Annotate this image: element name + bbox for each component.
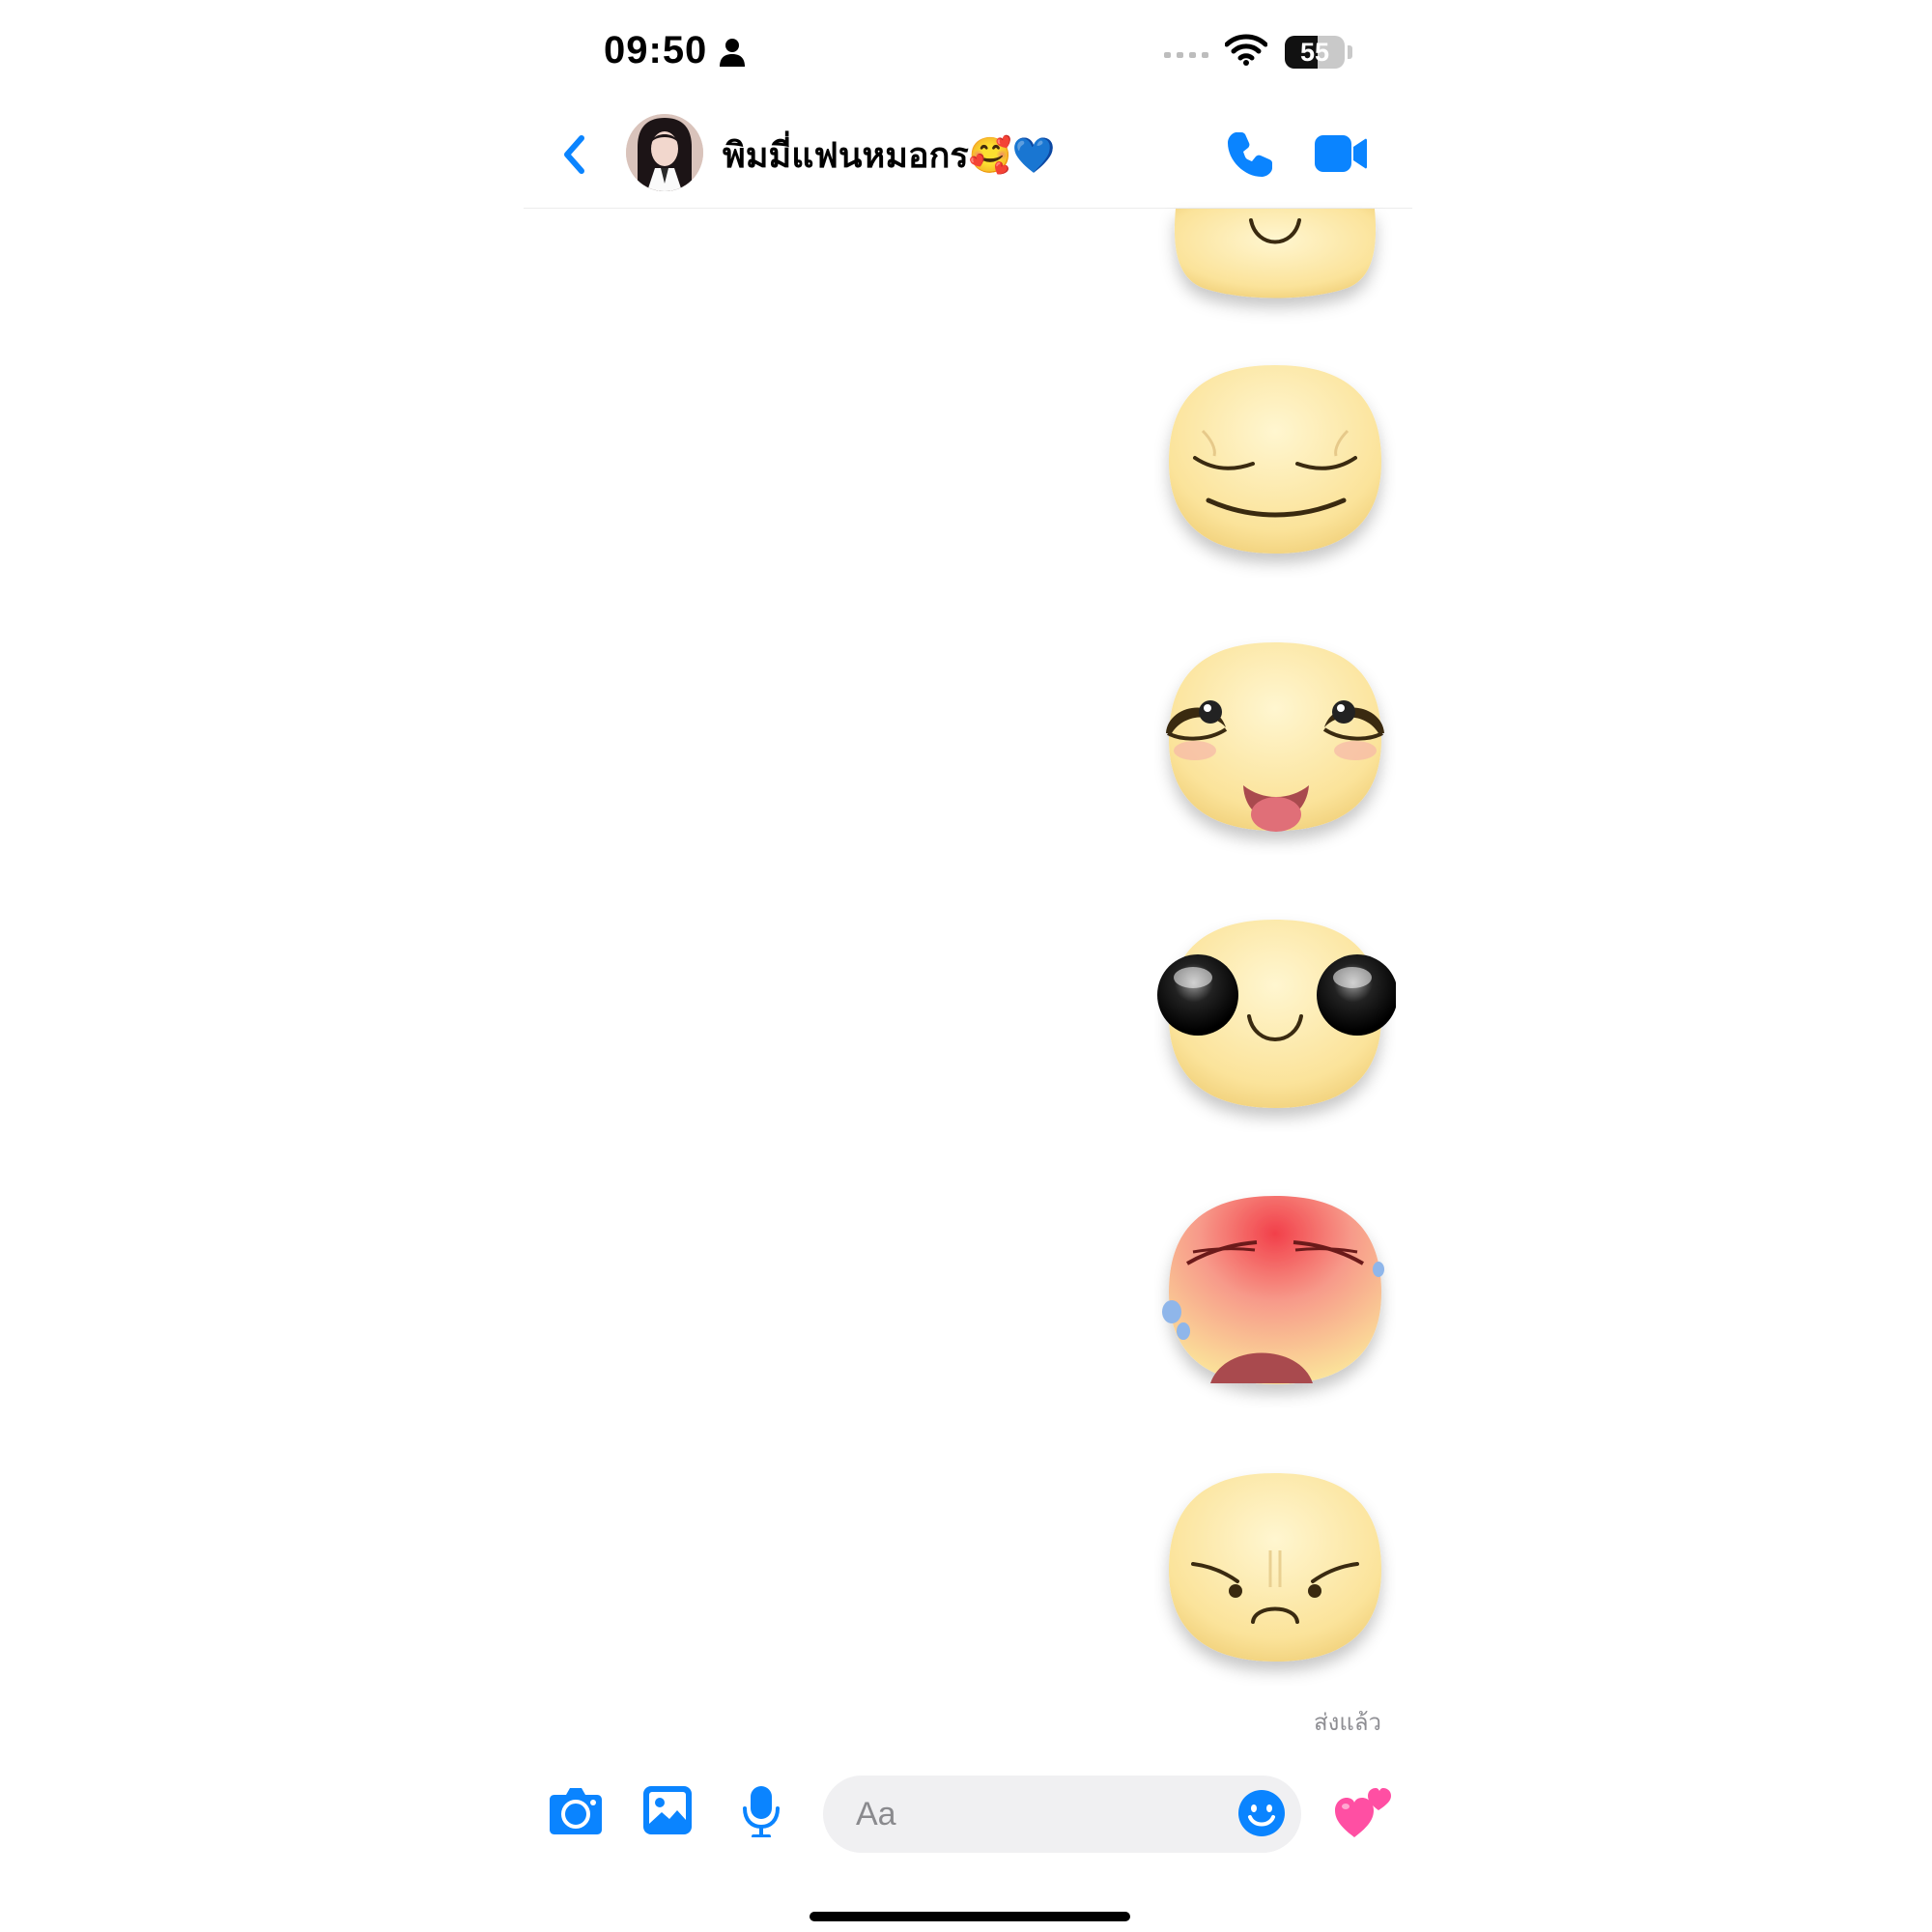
two-hearts-icon[interactable] bbox=[1333, 1785, 1393, 1839]
avatar[interactable] bbox=[626, 114, 703, 191]
video-camera-icon[interactable] bbox=[1314, 133, 1368, 174]
content-sleepy-face-sticker[interactable] bbox=[1154, 355, 1396, 578]
avatar-photo bbox=[626, 114, 703, 191]
worried-frowning-face-sticker[interactable] bbox=[1154, 1463, 1396, 1686]
image-icon[interactable] bbox=[642, 1785, 693, 1835]
microphone-icon[interactable] bbox=[742, 1785, 781, 1837]
signal-icon bbox=[1164, 52, 1208, 58]
home-indicator[interactable] bbox=[810, 1912, 1130, 1921]
big-glossy-eyes-face-sticker[interactable] bbox=[1154, 910, 1396, 1132]
battery-icon: 55 bbox=[1285, 36, 1345, 69]
battery-tip bbox=[1348, 45, 1352, 59]
smiley-icon[interactable] bbox=[1237, 1789, 1286, 1837]
battery-level: 55 bbox=[1299, 38, 1330, 67]
phone-icon[interactable] bbox=[1225, 129, 1275, 180]
contact-name[interactable]: พิมมี่แฟนหมอกร🥰💙 bbox=[723, 128, 1055, 183]
message-status: ส่งแล้ว bbox=[1314, 1710, 1382, 1736]
red-sweating-face-sticker[interactable] bbox=[1154, 1186, 1396, 1408]
message-input[interactable] bbox=[823, 1776, 1301, 1853]
blushing-tongue-face-sticker[interactable] bbox=[1154, 633, 1396, 855]
status-time: 09:50 bbox=[604, 29, 708, 71]
camera-icon[interactable] bbox=[549, 1785, 603, 1835]
person-icon bbox=[720, 39, 745, 67]
back-chevron-icon[interactable] bbox=[555, 130, 594, 179]
wifi-icon bbox=[1225, 34, 1267, 66]
